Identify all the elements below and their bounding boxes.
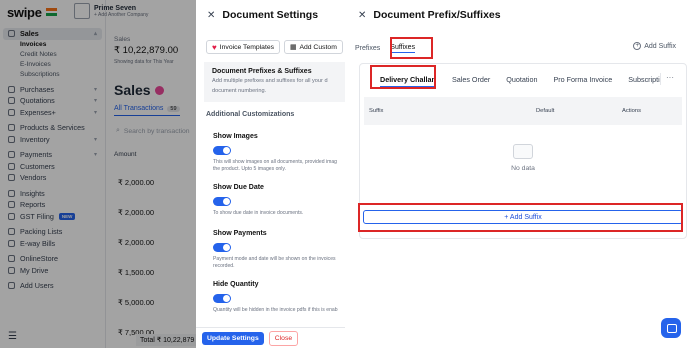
tab-quotation[interactable]: Quotation (498, 75, 545, 84)
additional-customizations-heading: Additional Customizations (206, 111, 295, 118)
update-settings-button[interactable]: Update Settings (202, 331, 264, 345)
heart-icon: ♥ (212, 42, 217, 52)
close-icon[interactable]: ✕ (207, 10, 215, 21)
show-due-date-toggle[interactable] (213, 197, 231, 206)
add-suffix-link[interactable]: + Add Suffix (633, 42, 676, 50)
empty-text: No data (511, 165, 535, 172)
grid-icon: ▦ (290, 44, 297, 51)
settings-buttons: ♥ Invoice Templates ▦ Add Custom (206, 40, 343, 54)
prefixes-card-desc: Add multiple prefixes and suffixes for a… (212, 78, 328, 84)
highlight-suffixes-tab (390, 37, 433, 59)
chat-support-icon[interactable] (661, 318, 681, 338)
col-actions: Actions (622, 108, 642, 114)
empty-state: No data (360, 144, 686, 172)
show-payments-toggle[interactable] (213, 243, 231, 252)
close-button[interactable]: Close (268, 330, 299, 346)
add-custom-button[interactable]: ▦ Add Custom (284, 40, 343, 54)
tab-pro-forma-invoice[interactable]: Pro Forma Invoice (545, 75, 620, 84)
close-icon[interactable]: ✕ (358, 10, 366, 21)
option-hide-quantity: Hide Quantity Quantity will be hidden in… (213, 281, 338, 313)
highlight-delivery-challan-tab (370, 65, 436, 89)
more-tabs-icon[interactable]: ··· (660, 73, 674, 85)
prefixes-card-desc-2: document numbering. (212, 88, 267, 94)
suffix-table-header: Suffix Default Actions (364, 97, 682, 125)
prefix-title: Document Prefix/Suffixes (373, 9, 501, 21)
col-suffix: Suffix (369, 108, 384, 114)
option-show-due-date: Show Due Date To show due date in invoic… (213, 184, 304, 216)
plus-circle-icon: + (633, 42, 642, 50)
settings-footer: Update Settings Close (196, 327, 345, 348)
empty-inbox-icon (513, 144, 533, 159)
hide-quantity-toggle[interactable] (213, 294, 231, 303)
tab-sales-order[interactable]: Sales Order (444, 75, 498, 84)
option-show-images: Show Images This will show images on all… (213, 133, 338, 172)
option-show-payments: Show Payments Payment mode and date will… (213, 230, 336, 269)
highlight-add-suffix-button (358, 203, 683, 232)
tab-prefixes[interactable]: Prefixes (355, 45, 380, 52)
prefix-suffix-drawer: ✕ Document Prefix/Suffixes Prefixes Suff… (345, 0, 690, 348)
show-images-toggle[interactable] (213, 146, 231, 155)
invoice-templates-button[interactable]: ♥ Invoice Templates (206, 40, 281, 54)
prefix-header: ✕ Document Prefix/Suffixes (358, 9, 501, 21)
document-prefixes-card[interactable]: Document Prefixes & Suffixes Add multipl… (204, 62, 345, 102)
settings-title: Document Settings (222, 9, 319, 21)
col-default: Default (536, 108, 555, 114)
document-settings-drawer: ✕ Document Settings ♥ Invoice Templates ▦… (196, 0, 345, 348)
settings-header: ✕ Document Settings (196, 0, 345, 30)
prefixes-card-title: Document Prefixes & Suffixes (212, 68, 312, 75)
